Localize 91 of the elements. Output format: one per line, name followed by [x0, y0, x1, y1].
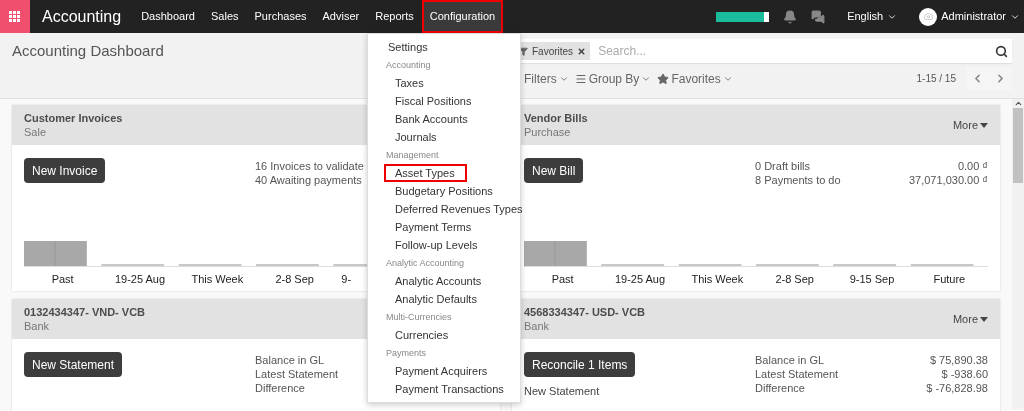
menu-item[interactable]: Journals — [384, 128, 520, 146]
stat-label: Latest Statement — [755, 367, 839, 381]
chart-label: 19-25 Aug — [614, 272, 666, 285]
chart-label: This Week — [691, 272, 744, 285]
chart-label: Past — [551, 272, 574, 285]
nav-menu-item[interactable]: Adviser — [314, 0, 368, 33]
search-option-menu[interactable]: Group By — [574, 69, 652, 88]
filter-icon — [519, 46, 528, 56]
menu-item[interactable]: Analytic Defaults — [384, 290, 520, 308]
menu-section-header: Accounting — [385, 59, 432, 72]
nav-menu-item[interactable]: Configuration — [421, 0, 504, 33]
pager-value: 1-15 / 15 — [916, 72, 956, 86]
menu-item[interactable]: Analytic Accounts — [384, 272, 520, 290]
menu-item[interactable]: Payment Transactions — [384, 380, 520, 398]
card-title: Vendor Bills — [524, 111, 588, 125]
stat-label: 16 Invoices to validate — [255, 159, 364, 173]
language-menu[interactable]: English — [847, 8, 898, 25]
notification-bell-icon[interactable] — [783, 9, 798, 24]
primary-button[interactable]: New Statement — [24, 352, 123, 377]
stat-label: Balance in GL — [755, 353, 825, 367]
stat-label: Latest Statement — [255, 367, 339, 381]
search-option-menu[interactable]: Filters — [524, 69, 569, 88]
primary-button[interactable]: New Invoice — [24, 158, 106, 183]
primary-button[interactable]: New Bill — [524, 158, 584, 183]
remove-icon[interactable] — [577, 46, 587, 56]
menu-item[interactable]: Asset Types — [384, 164, 467, 182]
search-input[interactable]: Search... — [598, 42, 995, 60]
favorites-icon — [657, 72, 670, 85]
card-subtitle: Bank — [524, 319, 551, 333]
user-menu[interactable]: Administrator — [919, 7, 1020, 26]
menu-section-header: Multi-Currencies — [385, 311, 453, 324]
menu-item[interactable]: Bank Accounts — [384, 110, 520, 128]
search-icon[interactable] — [995, 44, 1008, 58]
stat-value: $ -938.60 — [941, 367, 988, 381]
menu-item[interactable]: Follow-up Levels — [384, 236, 520, 254]
menu-item[interactable]: Fiscal Positions — [384, 92, 520, 110]
menu-item[interactable]: Taxes — [384, 74, 520, 92]
group-icon — [574, 72, 587, 85]
stat-label: Balance in GL — [255, 353, 325, 367]
apps-menu-button[interactable] — [0, 0, 30, 33]
app-title: Accounting — [42, 6, 122, 27]
card-subtitle: Sale — [24, 125, 48, 139]
chart-label: 2-8 Sep — [275, 272, 314, 285]
scroll-thumb[interactable] — [1013, 108, 1023, 183]
stat-label: Difference — [755, 381, 805, 395]
menu-item[interactable]: Payment Terms — [384, 218, 520, 236]
stat-value: $ 75,890.38 — [929, 353, 988, 367]
stat-value: 37,071,030.00 ₫ — [908, 173, 988, 187]
chat-icon[interactable] — [811, 9, 826, 24]
caret-icon — [980, 316, 988, 322]
menu-item[interactable]: Budgetary Positions — [384, 182, 520, 200]
chart-label: 2-8 Sep — [775, 272, 814, 285]
chart-label: Past — [51, 272, 74, 285]
chart-label: 19-25 Aug — [114, 272, 166, 285]
stat-label: Difference — [255, 381, 305, 395]
chart-label: 9- — [341, 272, 352, 285]
nav-menu-item[interactable]: Purchases — [246, 0, 315, 33]
chart-label: 9-15 Sep — [849, 272, 895, 285]
new-statement-link[interactable]: New Statement — [524, 383, 600, 400]
chart-label: This Week — [191, 272, 244, 285]
card-subtitle: Purchase — [524, 125, 572, 139]
stat-label: 40 Awaiting payments — [255, 173, 362, 187]
stat-label: 8 Payments to do — [755, 173, 841, 187]
nav-menu-item[interactable]: Reports — [367, 0, 422, 33]
grid-icon — [9, 10, 21, 23]
menu-section-header: Payments — [385, 347, 428, 360]
chart-label: Future — [933, 272, 966, 285]
card-title: 4568334347- USD- VCB — [524, 305, 646, 319]
progress-bar-icon — [716, 11, 770, 22]
nav-menu-item[interactable]: Sales — [203, 0, 247, 33]
stat-label: 0 Draft bills — [755, 159, 811, 173]
more-button[interactable]: More — [952, 310, 988, 328]
menu-item[interactable]: Currencies — [384, 326, 520, 344]
menu-item[interactable]: Payment Acquirers — [384, 362, 520, 380]
more-button[interactable]: More — [952, 116, 988, 134]
menu-section-header: Analytic Accounting — [385, 257, 466, 270]
primary-button[interactable]: Reconcile 1 Items — [524, 352, 636, 377]
caret-icon — [980, 122, 988, 128]
card-title: Customer Invoices — [24, 111, 123, 125]
card-subtitle: Bank — [24, 319, 51, 333]
stat-value: $ -76,828.98 — [926, 381, 988, 395]
avatar-icon — [919, 7, 938, 26]
search-option-menu[interactable]: Favorites — [657, 69, 733, 88]
scroll-up-icon[interactable] — [1013, 99, 1023, 108]
menu-item[interactable]: Deferred Revenues Types — [384, 200, 520, 218]
card-title: 0132434347- VND- VCB — [24, 305, 146, 319]
page-title: Accounting Dashboard — [12, 42, 164, 59]
nav-menu-item[interactable]: Dashboard — [133, 0, 203, 33]
menu-section-header: Management — [385, 149, 440, 162]
scrollbar[interactable] — [1012, 99, 1024, 409]
stat-value: 0.00 ₫ — [957, 159, 988, 173]
